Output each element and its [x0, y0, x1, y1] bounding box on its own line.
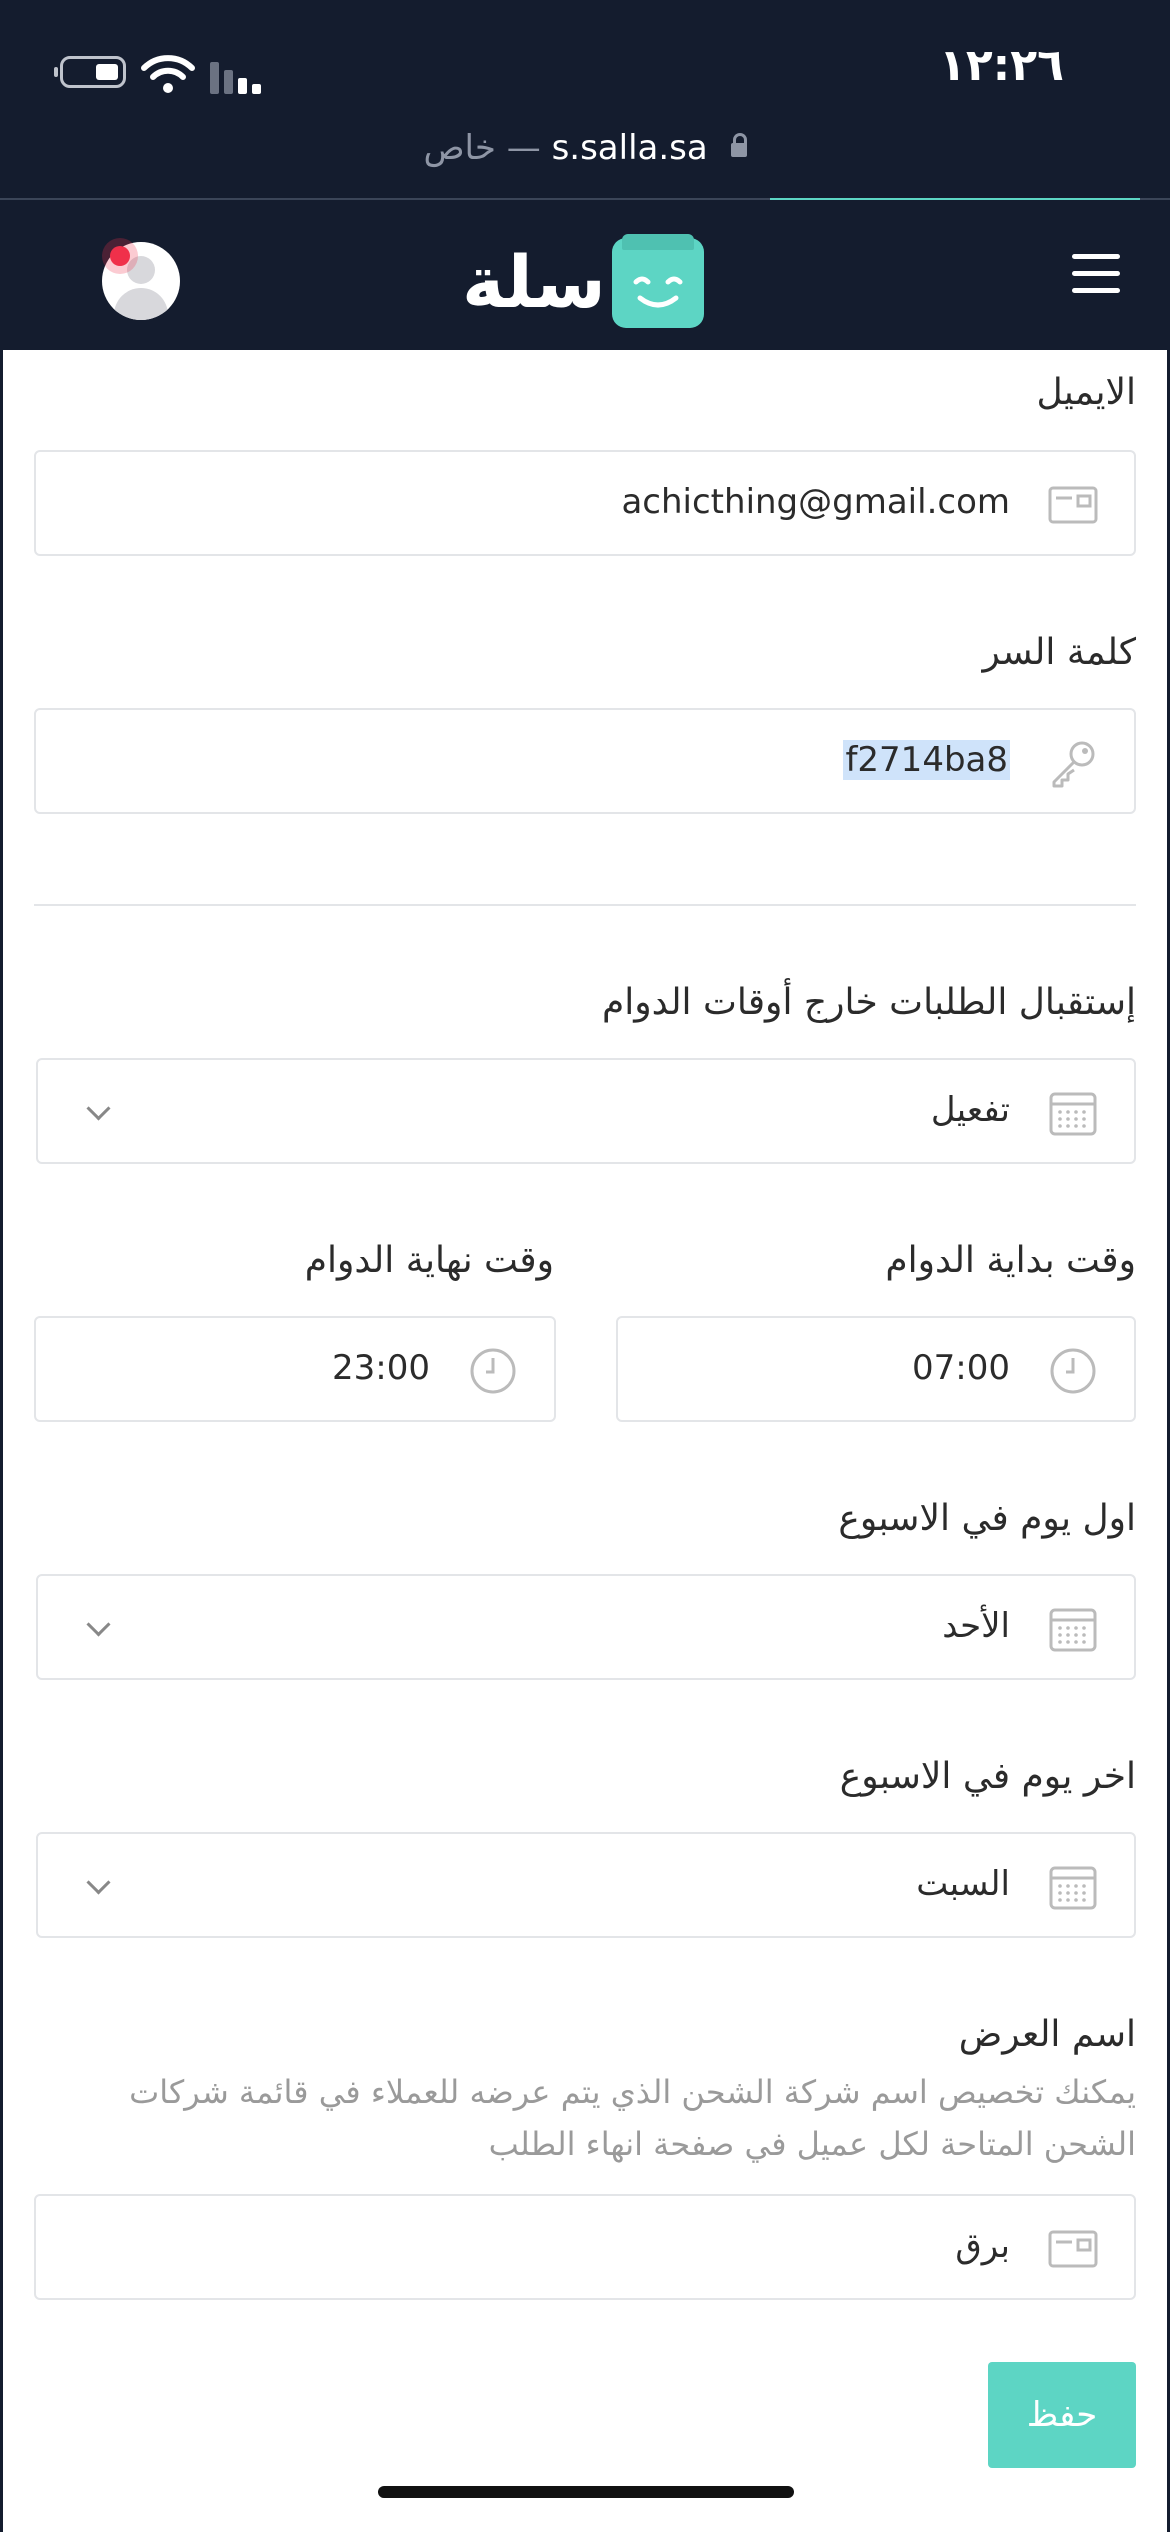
start-time-field[interactable]: 07:00 — [616, 1316, 1136, 1422]
end-time-value: 23:00 — [332, 1348, 430, 1388]
display-name-value: برق — [955, 2226, 1010, 2266]
last-day-value: السبت — [916, 1864, 1010, 1904]
first-day-select[interactable]: الأحد — [36, 1574, 1136, 1680]
end-time-label: وقت نهاية الدوام — [304, 1240, 554, 1281]
end-time-field[interactable]: 23:00 — [34, 1316, 556, 1422]
email-value: achicthing@gmail.com — [621, 482, 1010, 522]
last-day-select[interactable]: السبت — [36, 1832, 1136, 1938]
chevron-down-icon — [86, 1612, 111, 1637]
section-divider — [34, 904, 1136, 906]
password-value-wrap: f2714ba8 — [843, 740, 1010, 780]
id-card-icon — [1048, 2230, 1098, 2268]
lock-icon — [730, 133, 747, 157]
status-bar: ١٢:٢٦ خاص — s.salla.sa — [0, 0, 1170, 198]
brand-name[interactable]: سلة — [462, 240, 606, 324]
app-header: سلة — [0, 200, 1170, 350]
key-icon — [1052, 741, 1095, 788]
wifi-icon — [141, 55, 195, 93]
page-edge-left — [0, 350, 3, 2532]
menu-icon[interactable] — [1072, 254, 1120, 294]
password-label: كلمة السر — [982, 632, 1136, 673]
display-name-field[interactable]: برق — [34, 2194, 1136, 2300]
chevron-down-icon — [86, 1870, 111, 1895]
notification-dot — [110, 246, 130, 266]
start-time-label: وقت بداية الدوام — [885, 1240, 1136, 1281]
off-hours-label: إستقبال الطلبات خارج أوقات الدوام — [602, 982, 1136, 1023]
display-name-help-1: يمكنك تخصيص اسم شركة الشحن الذي يتم عرضه… — [129, 2073, 1136, 2111]
calendar-icon — [1049, 1866, 1097, 1910]
off-hours-select[interactable]: تفعيل — [36, 1058, 1136, 1164]
password-field[interactable]: f2714ba8 — [34, 708, 1136, 814]
clock-icon — [470, 1348, 516, 1394]
signal-icon — [210, 58, 266, 94]
off-hours-value: تفعيل — [930, 1090, 1010, 1130]
clock-icon — [1050, 1348, 1096, 1394]
url-domain: s.salla.sa — [551, 128, 708, 168]
status-time: ١٢:٢٦ — [938, 40, 1064, 91]
calendar-icon — [1049, 1608, 1097, 1652]
chevron-down-icon — [86, 1096, 111, 1121]
last-day-label: اخر يوم في الاسبوع — [839, 1756, 1136, 1797]
save-button[interactable]: حفظ — [988, 2362, 1136, 2468]
id-card-icon — [1048, 486, 1098, 524]
calendar-icon — [1049, 1092, 1097, 1136]
email-field[interactable]: achicthing@gmail.com — [34, 450, 1136, 556]
salla-logo-icon[interactable] — [612, 234, 704, 328]
first-day-value: الأحد — [942, 1606, 1010, 1646]
email-label: الايميل — [1036, 372, 1137, 413]
password-value: f2714ba8 — [843, 740, 1010, 780]
url-bar[interactable]: خاص — s.salla.sa — [0, 128, 1170, 168]
display-name-label: اسم العرض — [958, 2014, 1136, 2055]
start-time-value: 07:00 — [912, 1348, 1010, 1388]
url-private-label: خاص — — [423, 128, 541, 168]
home-indicator[interactable] — [378, 2486, 794, 2498]
display-name-help-2: الشحن المتاحة لكل عميل في صفحة انهاء الط… — [488, 2125, 1136, 2163]
battery-icon — [54, 56, 126, 88]
first-day-label: اول يوم في الاسبوع — [838, 1498, 1136, 1539]
